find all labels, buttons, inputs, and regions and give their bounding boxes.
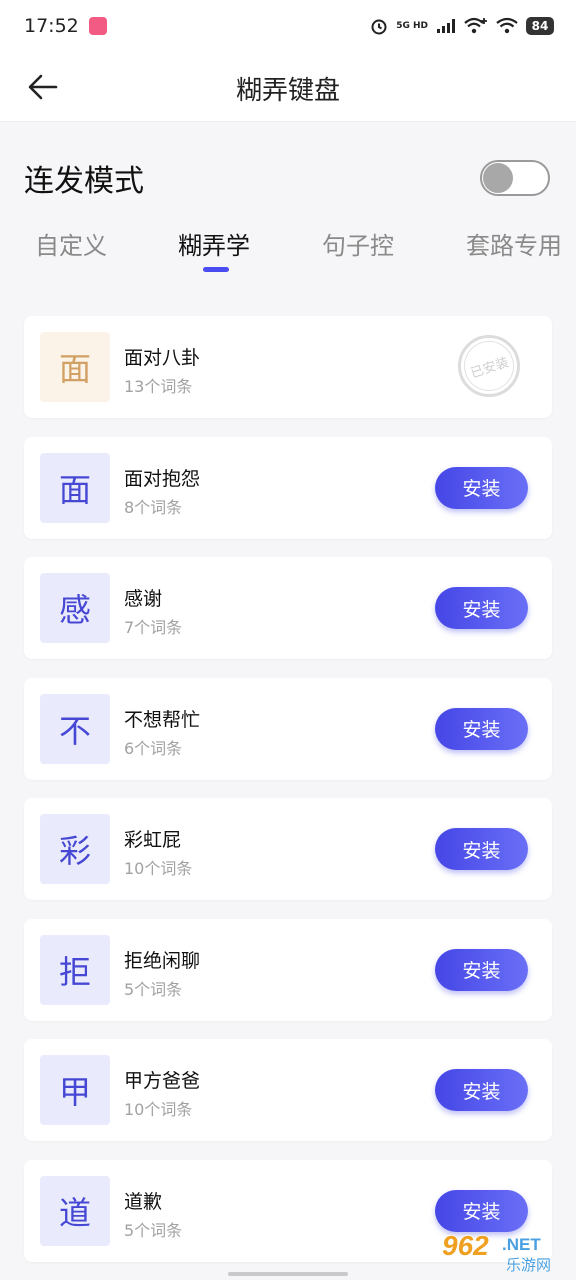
install-button[interactable]: 安装 — [435, 828, 528, 870]
wifi-plus-icon — [464, 17, 487, 34]
pack-name: 不想帮忙 — [124, 708, 201, 731]
cellular-signal-icon — [437, 19, 455, 33]
category-tabs: 自定义 糊弄学 句子控 套路专用 — [0, 226, 576, 276]
network-type-label: 5G HD — [396, 20, 428, 31]
install-button[interactable]: 安装 — [435, 948, 528, 991]
pack-initial-tile: 感 — [40, 573, 110, 643]
burst-mode-label: 连发模式 — [24, 164, 144, 199]
phrase-pack-list: 面 面对八卦 13个词条 已安装 面 面对抱怨 8个词条 安装 感 感谢 7个词… — [24, 316, 552, 1280]
install-button[interactable]: 安装 — [435, 707, 528, 750]
burst-mode-row: 连发模式 — [24, 150, 550, 206]
tab-custom[interactable]: 自定义 — [35, 226, 107, 261]
pack-count: 8个词条 — [124, 497, 183, 517]
install-button[interactable]: 安装 — [435, 1069, 528, 1111]
list-item[interactable]: 面 面对抱怨 8个词条 安装 — [24, 436, 552, 539]
pack-initial-tile: 面 — [40, 332, 110, 402]
pack-count: 7个词条 — [124, 618, 183, 637]
tab-sentences[interactable]: 句子控 — [322, 226, 394, 261]
pack-initial-tile: 彩 — [40, 814, 110, 884]
notification-app-icon — [88, 17, 107, 35]
pack-name: 彩虹屁 — [124, 829, 182, 851]
gesture-home-bar — [228, 1272, 348, 1276]
list-item[interactable]: 甲 甲方爸爸 10个词条 安装 — [24, 1039, 552, 1141]
installed-stamp-text: 已安装 — [457, 334, 521, 398]
pack-count: 10个词条 — [124, 1100, 193, 1119]
list-item[interactable]: 拒 拒绝闲聊 5个词条 安装 — [24, 918, 552, 1021]
pack-initial-tile: 不 — [40, 693, 110, 764]
page-title: 糊弄键盘 — [235, 76, 340, 106]
active-tab-indicator — [203, 267, 229, 272]
install-button[interactable]: 安装 — [435, 466, 528, 509]
pack-count: 10个词条 — [124, 859, 193, 878]
pack-name: 甲方爸爸 — [124, 1070, 201, 1092]
pack-name: 面对八卦 — [124, 347, 201, 369]
toggle-knob — [483, 163, 513, 193]
list-item[interactable]: 彩 彩虹屁 10个词条 安装 — [24, 798, 552, 900]
list-item[interactable]: 不 不想帮忙 6个词条 安装 — [24, 677, 552, 780]
pack-count: 6个词条 — [124, 738, 183, 758]
wifi-icon — [496, 17, 518, 34]
pack-count: 5个词条 — [124, 1220, 183, 1240]
burst-mode-toggle[interactable] — [480, 160, 550, 196]
pack-name: 道歉 — [124, 1190, 163, 1213]
site-watermark-logo: 962 .NET 乐游网 — [441, 1229, 551, 1274]
tab-fudge[interactable]: 糊弄学 — [178, 226, 250, 261]
pack-initial-tile: 甲 — [40, 1055, 110, 1125]
svg-text:962: 962 — [442, 1230, 489, 1261]
svg-text:.NET: .NET — [502, 1235, 541, 1254]
pack-name: 面对抱怨 — [124, 467, 201, 490]
list-item[interactable]: 面 面对八卦 13个词条 已安装 — [24, 316, 552, 418]
tab-tricks[interactable]: 套路专用 — [466, 226, 562, 261]
pack-initial-tile: 面 — [40, 452, 110, 523]
svg-text:乐游网: 乐游网 — [506, 1256, 551, 1274]
status-time: 17:52 — [24, 15, 79, 37]
pack-count: 13个词条 — [124, 377, 193, 396]
battery-icon: 84 — [526, 17, 554, 35]
installed-stamp: 已安装 — [457, 334, 521, 398]
pack-initial-tile: 拒 — [40, 934, 110, 1005]
app-header: 糊弄键盘 — [0, 52, 576, 122]
list-item[interactable]: 感 感谢 7个词条 安装 — [24, 557, 552, 659]
pack-name: 拒绝闲聊 — [124, 949, 201, 972]
status-bar: 17:52 5G HD 84 — [0, 0, 576, 52]
pack-initial-tile: 道 — [40, 1175, 110, 1246]
install-button[interactable]: 安装 — [435, 587, 528, 629]
pack-name: 感谢 — [124, 588, 163, 610]
install-button[interactable]: 安装 — [435, 1189, 528, 1232]
alarm-icon — [371, 19, 387, 35]
pack-count: 5个词条 — [124, 979, 183, 999]
